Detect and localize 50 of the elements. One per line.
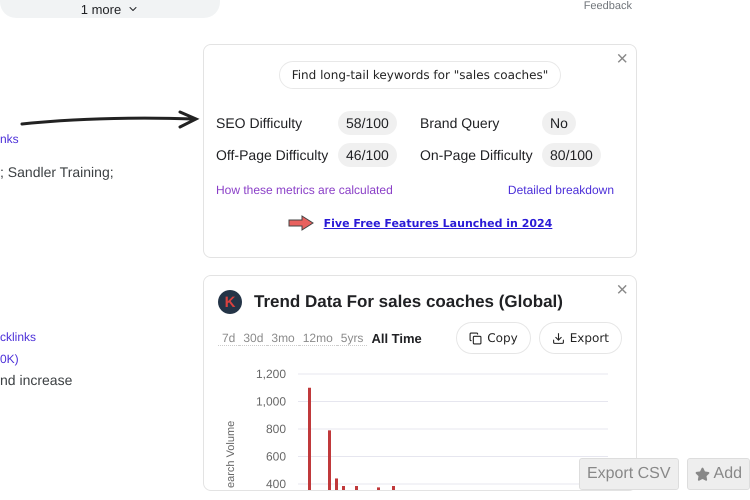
metric-value: 46/100 — [338, 143, 397, 167]
chart-bar — [328, 430, 331, 490]
axis-tick-label: 800 — [266, 422, 286, 436]
link-fragment[interactable]: cklinks — [0, 330, 203, 344]
link-fragment[interactable]: 0K) — [0, 352, 203, 366]
info-link[interactable]: How these metrics are calculated — [216, 183, 393, 197]
chart-bar — [355, 486, 358, 490]
card-title: Trend Data For sales coaches (Global) — [254, 292, 563, 312]
axis-tick-label: 1,000 — [256, 394, 286, 408]
range-tab[interactable]: 30d — [239, 330, 268, 346]
export-button[interactable]: Export — [538, 322, 622, 354]
text-fragment: nd increase — [0, 372, 74, 388]
feedback-link[interactable]: Feedback — [584, 0, 632, 12]
metric-value: 80/100 — [542, 143, 601, 167]
axis-title: earch Volume — [225, 420, 237, 488]
export-csv-button[interactable]: Export CSV — [578, 458, 679, 490]
range-tab[interactable]: 3mo — [267, 330, 299, 346]
metric-label: SEO Difficulty — [216, 115, 304, 131]
link-fragment[interactable]: nks — [0, 132, 203, 146]
close-button[interactable]: × — [616, 49, 628, 69]
curved-arrow-icon — [20, 110, 200, 130]
star-icon — [694, 466, 710, 482]
range-tab[interactable]: 7d — [218, 330, 240, 346]
more-chip[interactable]: 1 more — [0, 0, 220, 18]
add-button[interactable]: Add — [686, 458, 750, 490]
text-fragment: ; Sandler Training; — [0, 164, 115, 180]
range-tab[interactable]: 5yrs — [336, 330, 368, 346]
metric-label: Brand Query — [420, 115, 500, 131]
range-tab[interactable]: 12mo — [298, 330, 337, 346]
copy-button[interactable]: Copy — [456, 322, 531, 354]
arrow-icon — [288, 215, 314, 231]
close-button[interactable]: × — [616, 280, 628, 300]
download-icon — [552, 332, 565, 344]
axis-tick-label: 600 — [266, 449, 286, 464]
metric-label: Off-Page Difficulty — [216, 147, 330, 163]
chart-bar — [335, 478, 338, 490]
axis-tick-label: 400 — [266, 476, 286, 490]
promo-link[interactable]: Five Free Features Launched in 2024 — [324, 216, 552, 230]
chart-bar — [392, 486, 395, 490]
copy-icon — [469, 332, 482, 344]
metric-label: On-Page Difficulty — [420, 147, 534, 163]
metric-value: No — [542, 111, 576, 135]
suggestion-chip[interactable]: Find long-tail keywords for "sales coaches" — [278, 61, 562, 89]
info-link[interactable]: Detailed breakdown — [508, 183, 614, 197]
metric-value: 58/100 — [338, 111, 397, 135]
axis-tick-label: 1,200 — [256, 367, 286, 381]
chart-bar — [342, 486, 345, 490]
range-tab[interactable]: All Time — [367, 330, 426, 346]
chart-bar — [377, 487, 380, 490]
logo-icon: K — [218, 290, 242, 314]
